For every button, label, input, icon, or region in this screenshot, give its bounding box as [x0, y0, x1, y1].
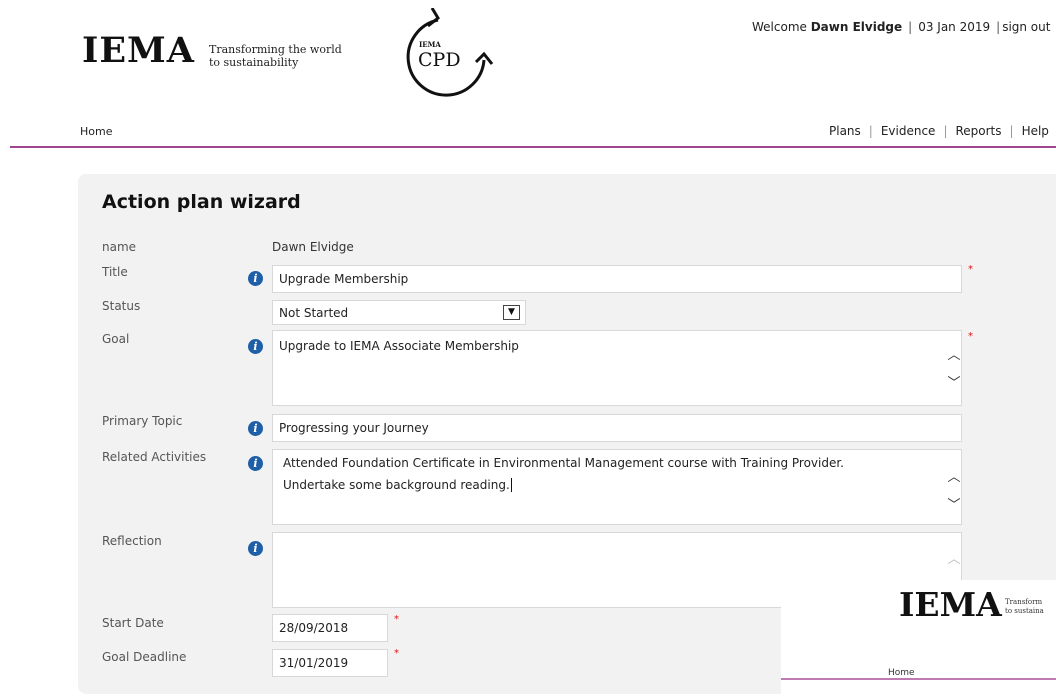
overlay-tagline-line-1: Transform [1005, 598, 1043, 606]
required-marker: * [394, 614, 399, 625]
nav-plans-link[interactable]: Plans [829, 124, 861, 138]
status-label: Status [102, 299, 141, 313]
reflection-label: Reflection [102, 534, 162, 548]
nav-reports-link[interactable]: Reports [955, 124, 1001, 138]
primary-topic-label: Primary Topic [102, 414, 183, 428]
overlay-tagline-line-2: to sustaina [1005, 607, 1044, 615]
overlay-tagline: Transform to sustaina [1005, 598, 1044, 616]
name-label: name [102, 240, 137, 254]
status-selected-value: Not Started [279, 305, 349, 320]
chevron-down-icon[interactable]: ﹀ [946, 372, 962, 391]
goal-deadline-input[interactable]: 31/01/2019 [272, 649, 388, 677]
header-divider [10, 146, 1056, 148]
page-title: Action plan wizard [102, 191, 301, 213]
welcome-prefix: Welcome [752, 20, 807, 34]
current-date: 03 Jan 2019 [918, 20, 991, 34]
goal-deadline-label: Goal Deadline [102, 650, 187, 664]
info-icon[interactable]: i [248, 456, 263, 471]
info-icon[interactable]: i [248, 339, 263, 354]
info-icon[interactable]: i [248, 541, 263, 556]
overlay-iema-logo: IEMA [899, 585, 1002, 624]
overlay-divider [781, 678, 1056, 680]
start-date-label: Start Date [102, 616, 164, 630]
status-select[interactable]: Not Started ▼ [272, 300, 526, 325]
sign-out-link[interactable]: sign out [1002, 20, 1050, 34]
chevron-up-icon[interactable]: ︿ [946, 548, 962, 567]
related-activities-textarea[interactable]: Attended Foundation Certificate in Envir… [272, 449, 962, 525]
primary-topic-input[interactable]: Progressing your Journey [272, 414, 962, 442]
user-name: Dawn Elvidge [810, 20, 903, 34]
tagline-line-1: Transforming the world [209, 43, 342, 56]
info-icon[interactable]: i [248, 271, 263, 286]
nav-help-link[interactable]: Help [1022, 124, 1049, 138]
welcome-bar: Welcome Dawn Elvidge | 03 Jan 2019 | sign ou… [752, 20, 1051, 34]
iema-logo: IEMA [82, 30, 195, 71]
chevron-up-icon[interactable]: ︿ [946, 344, 962, 363]
cpd-logo-text: CPD [418, 49, 461, 71]
logo-tagline: Transforming the world to sustainability [209, 43, 342, 69]
info-icon[interactable]: i [248, 421, 263, 436]
cpd-logo-small-text: IEMA [419, 40, 441, 49]
required-marker: * [968, 264, 973, 275]
start-date-input[interactable]: 28/09/2018 [272, 614, 388, 642]
goal-label: Goal [102, 332, 130, 346]
related-activities-line-2: Undertake some background reading. [283, 478, 512, 492]
top-nav: Plans | Evidence | Reports | Help [829, 124, 1049, 138]
select-arrow-icon[interactable]: ▼ [503, 305, 520, 320]
goal-textarea[interactable]: Upgrade to IEMA Associate Membership [272, 330, 962, 406]
nav-home-link[interactable]: Home [80, 125, 112, 138]
overlay-home-link: Home [888, 668, 915, 678]
name-value: Dawn Elvidge [272, 240, 354, 254]
tagline-line-2: to sustainability [209, 56, 299, 69]
chevron-down-icon[interactable]: ﹀ [946, 494, 962, 513]
required-marker: * [394, 648, 399, 659]
nav-evidence-link[interactable]: Evidence [881, 124, 936, 138]
related-activities-label: Related Activities [102, 450, 207, 464]
related-activities-line-1: Attended Foundation Certificate in Envir… [283, 456, 844, 470]
title-input[interactable]: Upgrade Membership [272, 265, 962, 293]
chevron-up-icon[interactable]: ︿ [946, 466, 962, 485]
title-label: Title [102, 265, 128, 279]
required-marker: * [968, 331, 973, 342]
